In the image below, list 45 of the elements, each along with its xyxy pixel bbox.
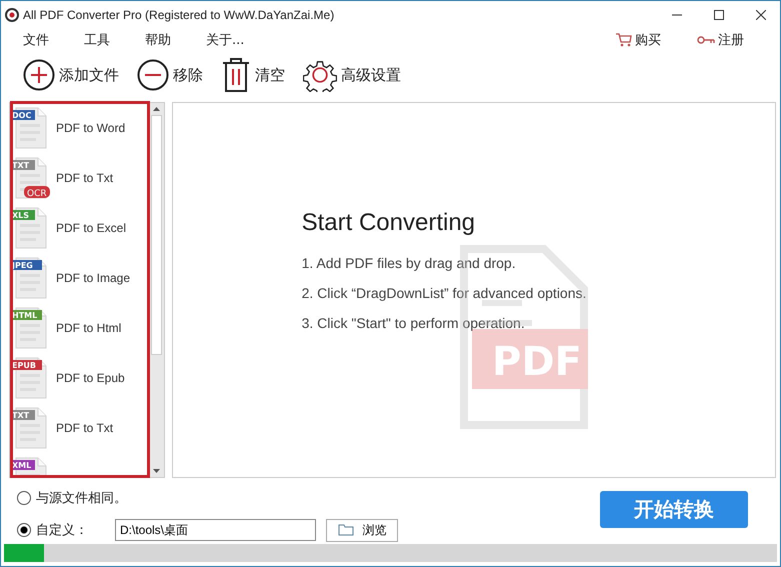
scrollbar[interactable] bbox=[149, 103, 164, 477]
format-item[interactable]: HTML PDF to Html bbox=[10, 303, 149, 353]
close-icon bbox=[756, 10, 766, 20]
maximize-icon bbox=[714, 10, 724, 20]
toolbar-button[interactable]: 移除 bbox=[137, 59, 203, 91]
format-label: PDF to Image bbox=[56, 271, 130, 285]
trash-icon bbox=[221, 58, 251, 92]
minus-circle-icon bbox=[137, 59, 169, 91]
radio-option[interactable]: 与源文件相同。 bbox=[17, 489, 127, 507]
format-item[interactable]: XML bbox=[10, 453, 149, 477]
format-item[interactable]: XLS PDF to Excel bbox=[10, 203, 149, 253]
format-label: PDF to Word bbox=[56, 121, 126, 135]
app-logo-icon bbox=[5, 8, 19, 22]
instruction-text: 3. Click "Start" to perform operation. bbox=[302, 315, 526, 331]
format-label: PDF to Epub bbox=[56, 371, 125, 385]
format-item[interactable]: DOC PDF to Word bbox=[10, 103, 149, 153]
start-title: Start Converting bbox=[302, 209, 476, 237]
path-field[interactable]: D:\tools\桌面 bbox=[115, 519, 316, 541]
plus-circle-icon bbox=[23, 59, 55, 91]
toolbar-button[interactable]: 添加文件 bbox=[23, 59, 119, 91]
window-title: All PDF Converter Pro (Registered to WwW.DaYanZai.Me) bbox=[23, 8, 336, 22]
format-item[interactable]: TXT PDF to Txt bbox=[10, 403, 149, 453]
toolbar-button[interactable]: 清空 bbox=[221, 58, 285, 92]
folder-icon bbox=[338, 524, 354, 536]
convert-button[interactable]: 开始转换 bbox=[600, 490, 748, 528]
format-label: PDF to Txt bbox=[56, 421, 114, 435]
cart-icon bbox=[616, 33, 632, 47]
browse-button[interactable]: 浏览 bbox=[326, 518, 398, 542]
format-item[interactable]: TXT OCR PDF to Txt bbox=[10, 153, 149, 203]
radio-option[interactable]: 自定义： bbox=[17, 521, 105, 539]
format-label: PDF to Excel bbox=[56, 221, 126, 235]
toolbar-button[interactable]: 高级设置 bbox=[303, 58, 401, 92]
menu-link[interactable]: 注册 bbox=[697, 31, 744, 49]
format-label: PDF to Txt bbox=[56, 171, 114, 185]
menu-item[interactable]: 工具 bbox=[84, 31, 110, 49]
menu-item[interactable]: 文件 bbox=[23, 31, 49, 49]
format-label: PDF to Html bbox=[56, 321, 122, 335]
menu-item[interactable]: 帮助 bbox=[145, 31, 171, 49]
gear-icon bbox=[303, 58, 337, 92]
menu-item[interactable]: 关于... bbox=[206, 31, 244, 49]
key-icon bbox=[697, 35, 715, 45]
menu-link[interactable]: 购买 bbox=[616, 31, 661, 49]
instruction-text: 2. Click “DragDownList” for advanced options. bbox=[302, 285, 586, 301]
instruction-text: 1. Add PDF files by drag and drop. bbox=[302, 255, 517, 271]
format-item[interactable]: EPUB PDF to Epub bbox=[10, 353, 149, 403]
